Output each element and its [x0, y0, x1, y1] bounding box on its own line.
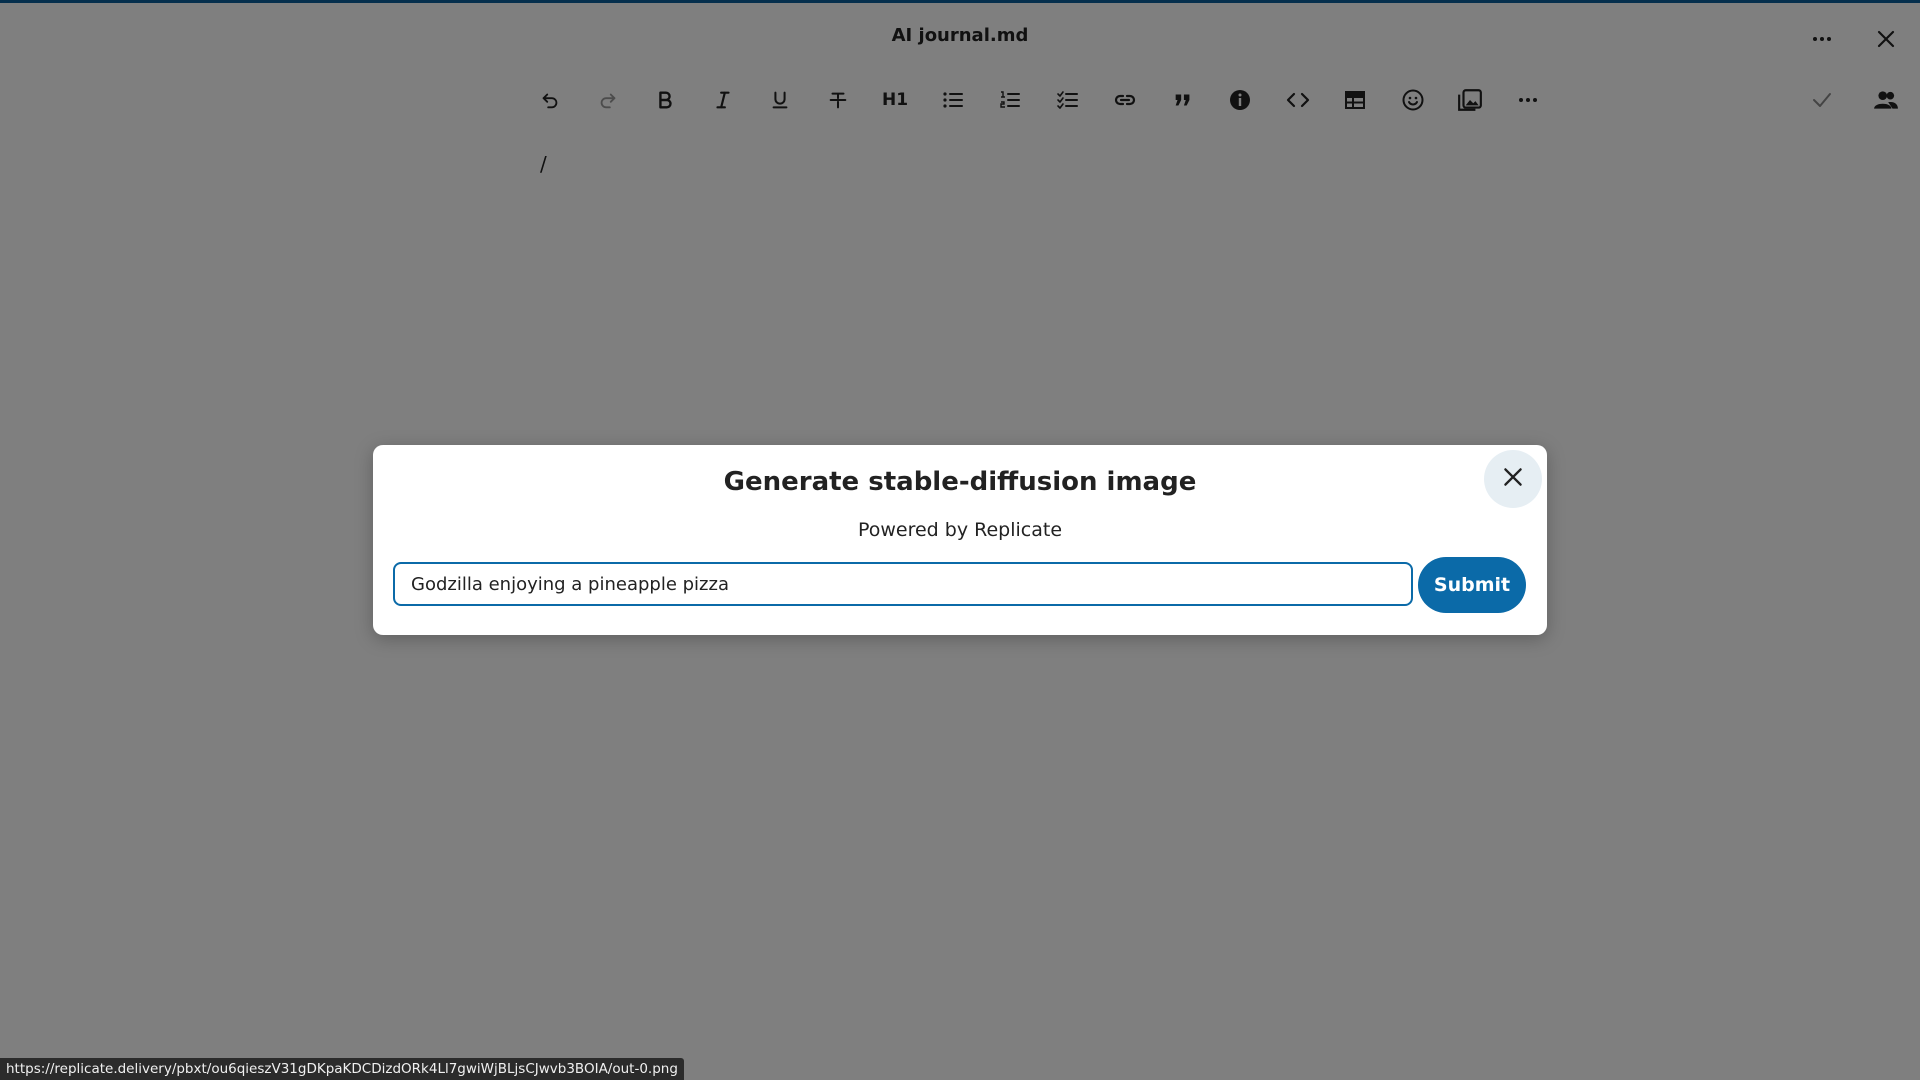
prompt-input[interactable]	[393, 562, 1413, 606]
submit-button[interactable]: Submit	[1418, 557, 1526, 613]
dialog-subtitle: Powered by Replicate	[857, 519, 1063, 541]
generate-image-dialog: Generate stable-diffusion image Powered …	[373, 445, 1547, 635]
dialog-title: Generate stable-diffusion image	[723, 467, 1197, 497]
link-status-bar: https://replicate.delivery/pbxt/ou6qiesz…	[0, 1058, 684, 1080]
close-icon	[1500, 464, 1526, 494]
dialog-close-button[interactable]	[1484, 450, 1542, 508]
